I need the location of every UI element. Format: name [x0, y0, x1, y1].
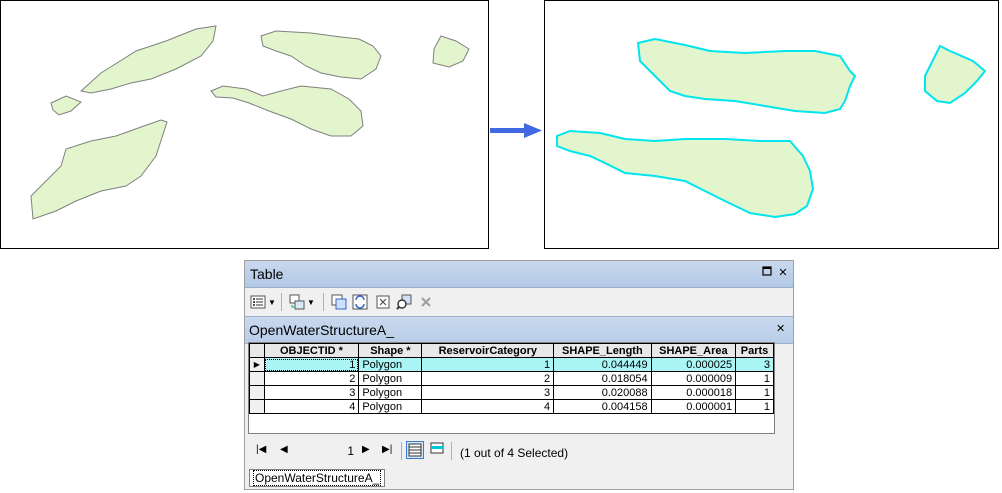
row-selector-header[interactable] — [249, 343, 265, 358]
layer-tab-header: OpenWaterStructureA_ ✕ — [245, 316, 793, 344]
related-tables-button[interactable]: ▼ — [289, 293, 315, 311]
table-title-bar[interactable]: Table ✕ — [245, 261, 793, 288]
cell-shape[interactable]: Polygon — [358, 371, 423, 386]
map-after — [544, 0, 999, 249]
polygon-before-5 — [210, 85, 364, 137]
table-header-row: OBJECTID * Shape * ReservoirCategory SHA… — [249, 343, 774, 358]
next-record-icon[interactable]: ▶ — [362, 444, 370, 455]
table-toolbar: ▼ ▼ — [245, 288, 793, 316]
layer-name: OpenWaterStructureA_ — [249, 322, 394, 338]
right-arrow-icon — [490, 123, 542, 138]
switch-selection-icon — [352, 294, 368, 310]
cell-length[interactable]: 0.004158 — [553, 399, 652, 414]
show-selected-records-button[interactable] — [429, 441, 447, 459]
polygon-before-6 — [30, 119, 168, 220]
layer-tab-label: OpenWaterStructureA_ — [253, 470, 382, 486]
cell-objectid[interactable]: 4 — [263, 399, 360, 414]
column-header-shape-area[interactable]: SHAPE_Area — [650, 343, 737, 358]
zoom-to-selected-button[interactable] — [396, 293, 412, 311]
polygon-after-1 — [636, 37, 857, 115]
cell-shape[interactable]: Polygon — [358, 357, 423, 372]
delete-selected-button[interactable] — [418, 293, 434, 311]
row-selector-current-icon[interactable]: ▶ — [249, 357, 265, 372]
cell-category[interactable]: 2 — [421, 371, 555, 386]
cell-shape[interactable]: Polygon — [358, 399, 423, 414]
maximize-icon[interactable] — [760, 266, 774, 280]
cell-length[interactable]: 0.020088 — [553, 385, 652, 400]
record-navigation-bar: |◀ ◀ ▶ ▶| (1 out of 4 Selected) — [245, 436, 793, 466]
delete-selected-icon — [421, 297, 431, 307]
map-before-canvas — [30, 25, 470, 220]
cell-length[interactable]: 0.018054 — [553, 371, 652, 386]
previous-record-icon[interactable]: ◀ — [280, 444, 288, 455]
map-before — [0, 0, 489, 249]
attribute-table-window: Table ✕ ▼ ▼ OpenWaterStructureA_ ✕ OBJEC… — [244, 260, 794, 490]
select-by-attributes-icon — [331, 294, 347, 310]
table-row[interactable]: 4 Polygon 4 0.004158 0.000001 1 — [249, 399, 774, 414]
clear-selection-button[interactable] — [375, 293, 391, 311]
show-all-records-button[interactable] — [406, 441, 424, 459]
cell-area[interactable]: 0.000001 — [650, 399, 737, 414]
show-selected-records-icon — [430, 442, 444, 454]
attribute-table: OBJECTID * Shape * ReservoirCategory SHA… — [249, 343, 774, 414]
switch-selection-button[interactable] — [352, 293, 368, 311]
cell-area[interactable]: 0.000009 — [650, 371, 737, 386]
polygon-after-3 — [556, 129, 815, 219]
column-header-parts[interactable]: Parts — [735, 343, 774, 358]
cell-parts[interactable]: 1 — [735, 371, 774, 386]
row-selector[interactable] — [249, 399, 265, 414]
cell-objectid[interactable]: 3 — [263, 385, 360, 400]
cell-category[interactable]: 4 — [421, 399, 555, 414]
map-after-canvas — [556, 37, 987, 219]
column-header-objectid[interactable]: OBJECTID * — [263, 343, 360, 358]
table-options-button[interactable]: ▼ — [250, 293, 276, 311]
table-row[interactable]: 3 Polygon 3 0.020088 0.000018 1 — [249, 385, 774, 400]
cell-parts[interactable]: 3 — [735, 357, 774, 372]
selection-status: (1 out of 4 Selected) — [460, 446, 569, 460]
column-header-shape-length[interactable]: SHAPE_Length — [553, 343, 652, 358]
column-header-shape[interactable]: Shape * — [358, 343, 423, 358]
layer-tab[interactable]: OpenWaterStructureA_ — [249, 469, 386, 487]
cell-length[interactable]: 0.044449 — [553, 357, 652, 372]
clear-selection-icon — [376, 295, 390, 309]
polygon-before-2 — [50, 95, 82, 116]
row-selector[interactable] — [249, 371, 265, 386]
table-options-icon — [250, 295, 266, 309]
cell-parts[interactable]: 1 — [735, 399, 774, 414]
current-record-input[interactable] — [297, 442, 356, 459]
first-record-icon[interactable]: |◀ — [256, 444, 266, 455]
cell-area[interactable]: 0.000025 — [650, 357, 737, 372]
polygon-before-1 — [79, 25, 217, 94]
column-header-reservoircategory[interactable]: ReservoirCategory — [421, 343, 555, 358]
related-tables-icon — [289, 294, 305, 310]
select-by-attributes-button[interactable] — [331, 293, 347, 311]
polygon-before-3 — [260, 30, 382, 80]
close-tab-icon[interactable]: ✕ — [776, 322, 785, 335]
polygon-before-4 — [432, 35, 470, 68]
window-title: Table — [250, 266, 284, 282]
cell-shape[interactable]: Polygon — [358, 385, 423, 400]
row-selector[interactable] — [249, 385, 265, 400]
table-row[interactable]: 2 Polygon 2 0.018054 0.000009 1 — [249, 371, 774, 386]
show-all-records-icon — [408, 443, 422, 457]
cell-area[interactable]: 0.000018 — [650, 385, 737, 400]
close-icon[interactable]: ✕ — [776, 266, 790, 280]
table-row[interactable]: ▶ 1 Polygon 1 0.044449 0.000025 3 — [249, 357, 774, 372]
cell-parts[interactable]: 1 — [735, 385, 774, 400]
cell-objectid[interactable]: 2 — [263, 371, 360, 386]
cell-category[interactable]: 3 — [421, 385, 555, 400]
cell-objectid[interactable]: 1 — [263, 357, 360, 372]
zoom-to-selected-icon — [396, 294, 412, 310]
attribute-grid: OBJECTID * Shape * ReservoirCategory SHA… — [248, 342, 775, 434]
polygon-after-2 — [924, 44, 987, 105]
cell-category[interactable]: 1 — [421, 357, 555, 372]
last-record-icon[interactable]: ▶| — [382, 444, 392, 455]
